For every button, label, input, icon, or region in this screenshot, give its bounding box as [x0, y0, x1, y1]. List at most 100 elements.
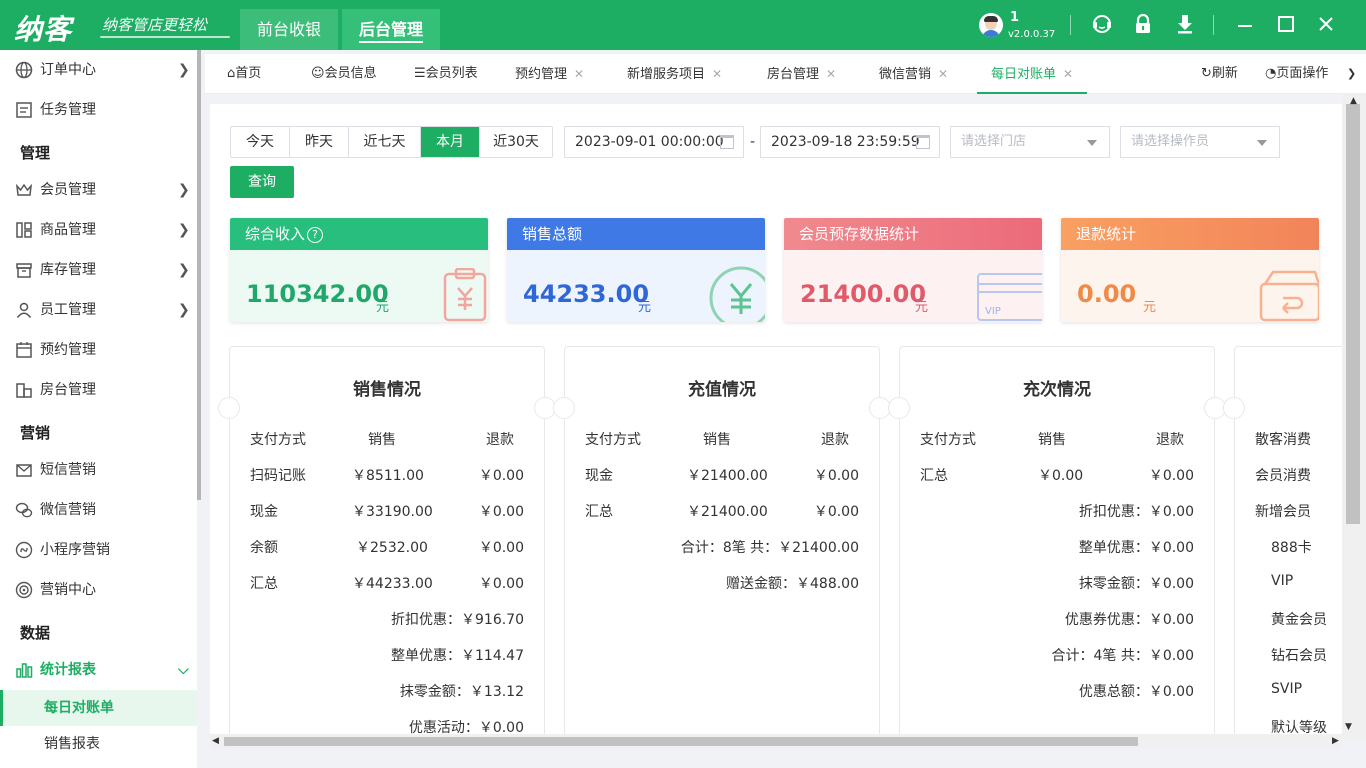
consume-section: 散客消费 会员消费 新增会员 888卡 VIP 黄金会员 钻石会员 SVIP 默… — [1223, 346, 1342, 738]
scroll-left-icon[interactable]: ◀ — [212, 736, 219, 746]
list-item: 黄金会员 — [1271, 612, 1327, 628]
stat-value: 44233.00 — [523, 280, 650, 308]
task-icon — [16, 102, 32, 118]
store-select[interactable]: 请选择门店 — [950, 126, 1110, 158]
sidebar-item-rooms[interactable]: 房台管理 — [0, 370, 197, 410]
user-avatar[interactable] — [979, 13, 1003, 37]
stat-value: 21400.00 — [800, 280, 927, 308]
table-row: 现金 ￥33190.00 ￥0.00 — [250, 504, 524, 520]
stat-card-refund: 退款统计 0.00 元 — [1061, 218, 1319, 322]
sidebar-item-marketing-center[interactable]: 营销中心 — [0, 570, 197, 610]
sales-section: 销售情况 支付方式 销售 退款 扫码记账 ￥8511.00 ￥0.00 现金 ￥331… — [218, 346, 556, 738]
goods-icon — [16, 222, 32, 238]
sidebar-sub-daily-statement[interactable]: 每日对账单 — [0, 690, 197, 726]
range-today-button[interactable]: 今天 — [231, 127, 290, 157]
sidebar-item-orders[interactable]: 订单中心 ❯ — [0, 50, 197, 90]
tab-new-service[interactable]: 新增服务项目 ✕ — [627, 54, 722, 94]
close-icon[interactable] — [1314, 13, 1338, 37]
top-tab-backend[interactable]: 后台管理 — [342, 9, 440, 50]
tab-home[interactable]: ⌂首页 — [227, 54, 261, 94]
sidebar-item-goods[interactable]: 商品管理 ❯ — [0, 210, 197, 250]
table-row: 汇总 ￥0.00 ￥0.00 — [920, 468, 1194, 484]
divider — [1213, 15, 1214, 35]
download-icon[interactable] — [1173, 13, 1197, 37]
chart-icon — [16, 663, 33, 678]
list-item: SVIP — [1271, 681, 1303, 697]
scroll-down-icon[interactable]: ▼ — [1345, 722, 1352, 732]
stat-unit: 元 — [1143, 300, 1157, 315]
support-icon[interactable] — [1090, 13, 1114, 37]
date-range-selector: 今天 昨天 近七天 本月 近30天 — [230, 126, 553, 158]
stat-card-title: 销售总额 — [507, 218, 765, 250]
sidebar-item-staff[interactable]: 员工管理 ❯ — [0, 290, 197, 330]
start-date-input[interactable]: 2023-09-01 00:00:00 — [564, 126, 744, 158]
sidebar-scrollbar[interactable] — [197, 50, 201, 500]
tab-scroll-right-icon[interactable]: ❯ — [1347, 54, 1356, 94]
count-total: 合计：4笔 共：￥0.00 — [1051, 648, 1194, 664]
range-30days-button[interactable]: 近30天 — [480, 127, 552, 157]
main-panel: 今天 昨天 近七天 本月 近30天 2023-09-01 00:00:00 - … — [210, 104, 1342, 738]
sidebar-group-data: 数据 — [20, 624, 51, 642]
wechat-icon — [15, 502, 33, 518]
tab-booking[interactable]: 预约管理 ✕ — [515, 54, 584, 94]
sidebar-group-manage: 管理 — [20, 144, 51, 162]
refund-box-icon — [1259, 270, 1319, 322]
sidebar-item-inventory[interactable]: 库存管理 ❯ — [0, 250, 197, 290]
help-icon[interactable]: ? — [307, 227, 324, 243]
close-tab-icon[interactable]: ✕ — [938, 67, 948, 81]
range-yesterday-button[interactable]: 昨天 — [290, 127, 349, 157]
miniprogram-icon — [15, 541, 33, 559]
page-ops-button[interactable]: ◔页面操作 — [1265, 54, 1328, 94]
dropdown-arrow-icon — [1257, 140, 1267, 146]
scroll-up-icon[interactable]: ▲ — [1350, 96, 1357, 106]
range-month-button[interactable]: 本月 — [421, 127, 480, 157]
range-7days-button[interactable]: 近七天 — [349, 127, 421, 157]
list-item: 888卡 — [1271, 540, 1312, 556]
user-icon: ☺ — [311, 66, 325, 81]
list-item: VIP — [1271, 573, 1294, 589]
stat-card-income: 综合收入? 110342.00 元 — [230, 218, 488, 322]
lock-icon[interactable] — [1131, 13, 1155, 37]
maximize-icon[interactable] — [1274, 13, 1298, 37]
sidebar-sub-sales-report[interactable]: 销售报表 — [0, 726, 197, 762]
sidebar-item-tasks[interactable]: 任务管理 — [0, 90, 197, 130]
query-button[interactable]: 查询 — [230, 166, 294, 198]
scroll-right-icon[interactable]: ▶ — [1332, 736, 1339, 746]
sidebar: 订单中心 ❯ 任务管理 管理 会员管理 ❯ 商品管理 ❯ 库存管理 ❯ 员工管理… — [0, 50, 197, 768]
rounding-total: 抹零金额：￥0.00 — [1078, 576, 1194, 592]
close-tab-icon[interactable]: ✕ — [826, 67, 836, 81]
minimize-icon[interactable] — [1233, 13, 1257, 37]
tab-member-info[interactable]: ☺会员信息 — [311, 54, 377, 94]
refresh-button[interactable]: ↻刷新 — [1201, 54, 1238, 94]
operator-select[interactable]: 请选择操作员 — [1120, 126, 1280, 158]
sidebar-item-reports[interactable]: 统计报表 ⌵ — [0, 650, 197, 690]
close-tab-icon[interactable]: ✕ — [1063, 67, 1073, 81]
list-icon: ☰ — [414, 66, 426, 81]
sidebar-item-miniprogram[interactable]: 小程序营销 — [0, 530, 197, 570]
table-row: 扫码记账 ￥8511.00 ￥0.00 — [250, 468, 524, 484]
sidebar-item-members[interactable]: 会员管理 ❯ — [0, 170, 197, 210]
room-icon — [16, 383, 32, 398]
discount-sum-total: 优惠总额：￥0.00 — [1078, 684, 1194, 700]
tab-rooms[interactable]: 房台管理 ✕ — [767, 54, 836, 94]
vertical-scroll-thumb[interactable] — [1346, 104, 1360, 524]
page-ops-icon: ◔ — [1265, 66, 1277, 81]
horizontal-scroll-thumb[interactable] — [224, 737, 1138, 746]
stat-value: 0.00 — [1077, 280, 1137, 308]
recharge-section: 充值情况 支付方式 销售 退款 现金 ￥21400.00 ￥0.00 汇总 ￥2140… — [553, 346, 891, 738]
sidebar-item-wechat[interactable]: 微信营销 — [0, 490, 197, 530]
end-date-input[interactable]: 2023-09-18 23:59:59 — [760, 126, 940, 158]
sidebar-item-booking[interactable]: 预约管理 — [0, 330, 197, 370]
stat-card-title: 会员预存数据统计 — [784, 218, 1042, 250]
top-tab-cashier[interactable]: 前台收银 — [240, 9, 338, 50]
close-tab-icon[interactable]: ✕ — [574, 67, 584, 81]
app-slogan: 纳客管店更轻松 — [102, 16, 208, 34]
tab-daily-statement[interactable]: 每日对账单 ✕ — [977, 54, 1088, 94]
close-tab-icon[interactable]: ✕ — [712, 67, 722, 81]
table-row: 汇总 ￥44233.00 ￥0.00 — [250, 576, 524, 592]
sidebar-item-sms[interactable]: 短信营销 — [0, 450, 197, 490]
tab-wechat[interactable]: 微信营销 ✕ — [879, 54, 948, 94]
refresh-icon: ↻ — [1201, 66, 1212, 81]
inventory-icon — [16, 263, 32, 278]
tab-member-list[interactable]: ☰会员列表 — [414, 54, 478, 94]
